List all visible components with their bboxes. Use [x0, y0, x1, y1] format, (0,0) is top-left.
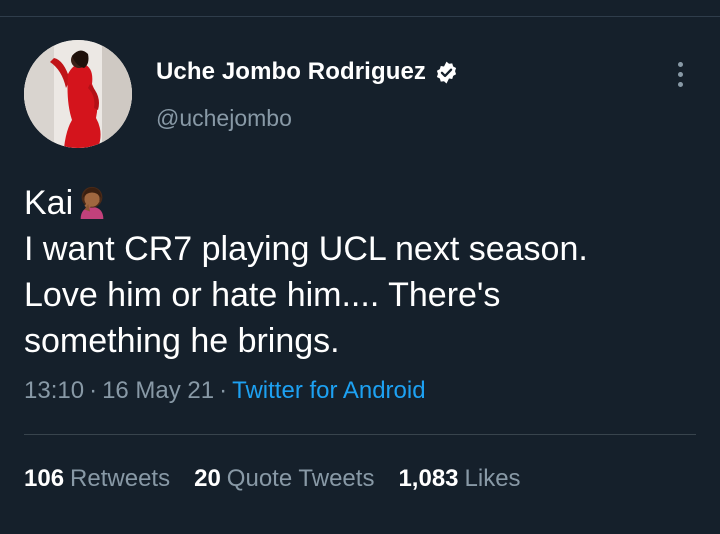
more-vertical-icon-dot: [677, 61, 683, 67]
retweets-label: Retweets: [70, 465, 171, 492]
woman-facepalming-emoji: [80, 186, 104, 219]
meta-separator: ·: [89, 377, 98, 404]
more-vertical-icon-dot: [677, 81, 683, 87]
tweet-time: 13:10: [24, 377, 85, 404]
meta-separator: ·: [219, 377, 228, 404]
tweet-source-link[interactable]: Twitter for Android: [232, 377, 425, 404]
quote-tweets-label: Quote Tweets: [226, 465, 375, 492]
tweet-stats: 106 Retweets 20 Quote Tweets 1,083 Likes: [24, 465, 521, 493]
retweets-count: 106: [24, 465, 65, 492]
tweet-text-line-2: I want CR7 playing UCL next season.: [24, 230, 588, 268]
quote-tweets-count: 20: [194, 465, 221, 492]
tweet-text-line-1: Kai: [24, 184, 74, 222]
likes-stat[interactable]: 1,083 Likes: [398, 465, 520, 493]
tweet-date: 16 May 21: [102, 377, 215, 404]
tweet-text: Kai I want CR7 playing UCL next season. …: [24, 180, 704, 364]
quote-tweets-stat[interactable]: 20 Quote Tweets: [194, 465, 374, 493]
tweet-metadata: 13:10 · 16 May 21 · Twitter for Android: [24, 377, 426, 405]
tweet-text-line-4: something he brings.: [24, 322, 340, 360]
author-handle[interactable]: @uchejombo: [156, 105, 292, 132]
tweet-text-line: Kai: [24, 180, 704, 226]
likes-label: Likes: [464, 465, 521, 492]
stats-divider: [24, 434, 696, 435]
avatar[interactable]: [24, 40, 132, 148]
author-display-name[interactable]: Uche Jombo Rodriguez: [156, 58, 426, 86]
more-vertical-icon-dot: [677, 71, 683, 77]
retweets-stat[interactable]: 106 Retweets: [24, 465, 170, 493]
more-options-button[interactable]: [664, 56, 696, 92]
top-divider: [0, 16, 720, 17]
likes-count: 1,083: [398, 465, 459, 492]
tweet-text-line-3: Love him or hate him.... There's: [24, 276, 501, 314]
author-name-row[interactable]: Uche Jombo Rodriguez: [156, 58, 459, 86]
verified-badge-icon: [436, 61, 457, 83]
tweet-detail-screen: Uche Jombo Rodriguez @uchejombo Kai I wa…: [0, 0, 720, 534]
avatar-image: [24, 40, 132, 148]
